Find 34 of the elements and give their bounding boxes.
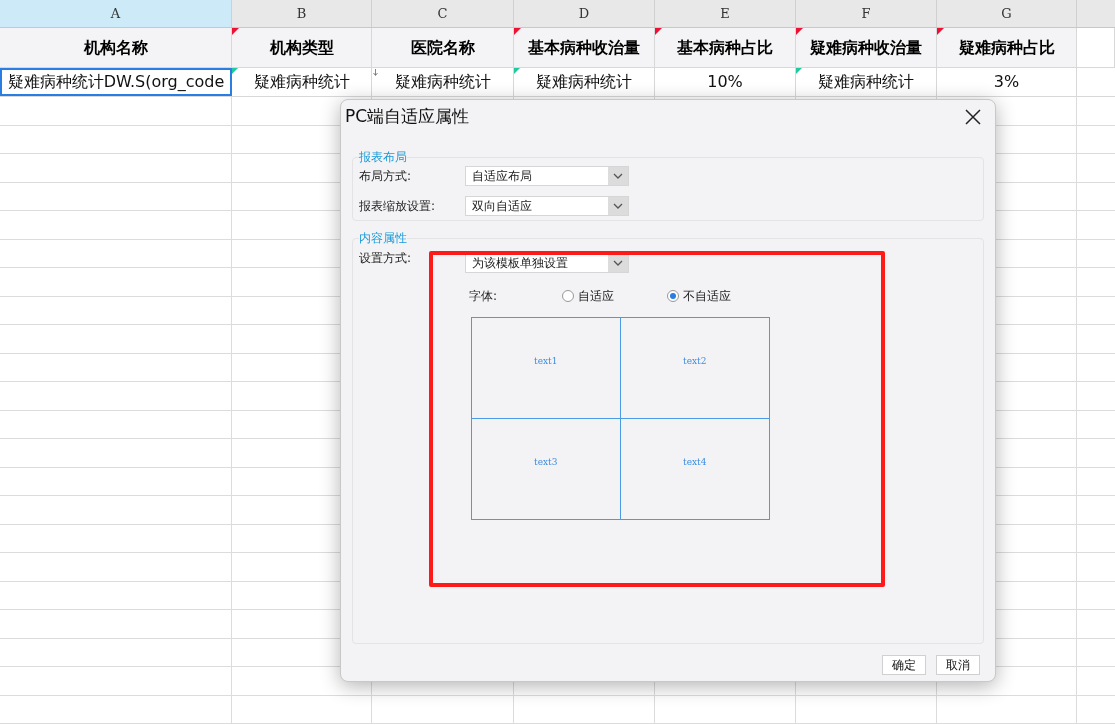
group-title: 报表布局 (359, 149, 407, 166)
dropdown-field[interactable]: 自适应布局 (465, 166, 629, 186)
field-label: 设置方式: (359, 250, 413, 267)
dropdown-field[interactable]: 为该模板单独设置 (465, 253, 629, 273)
preview-text: text3 (534, 456, 558, 469)
table-header-cell: 疑难病种占比 (937, 28, 1077, 67)
table-cell: 10% (655, 68, 796, 96)
column-header[interactable]: A (0, 0, 232, 27)
field-label: 报表缩放设置: (359, 198, 437, 215)
table-cell: 疑难病种统计 (232, 68, 372, 96)
radio-option[interactable]: 自适应 (562, 287, 667, 305)
dialog-title: PC端自适应属性 (345, 105, 471, 129)
radio-option[interactable]: 不自适应 (667, 287, 772, 305)
close-icon[interactable] (965, 109, 981, 125)
field-label: 字体: (469, 288, 499, 305)
table-header-cell: 基本病种收治量 (514, 28, 655, 67)
table-header-cell: 疑难病种收治量 (796, 28, 937, 67)
table-header-cell: 医院名称 (372, 28, 514, 67)
table-cell: 疑难病种统计 (514, 68, 655, 96)
dialog-button[interactable]: 取消 (936, 655, 980, 675)
dropdown-field[interactable]: 双向自适应 (465, 196, 629, 216)
table-cell: 疑难病种统计 (372, 68, 514, 96)
dialog-button[interactable]: 确定 (882, 655, 926, 675)
table-cell: 3% (937, 68, 1077, 96)
preview-text: text2 (683, 355, 707, 368)
preview-text: text1 (534, 355, 558, 368)
table-cell: 疑难病种统计DW.S(org_code (0, 68, 232, 96)
table-header-cell: 基本病种占比 (655, 28, 796, 67)
preview-text: text4 (683, 456, 707, 469)
table-header-cell: 机构名称 (0, 28, 232, 67)
table-header-cell: 机构类型 (232, 28, 372, 67)
field-label: 布局方式: (359, 168, 413, 185)
group-title: 内容属性 (359, 230, 407, 247)
table-cell: 疑难病种统计 (796, 68, 937, 96)
